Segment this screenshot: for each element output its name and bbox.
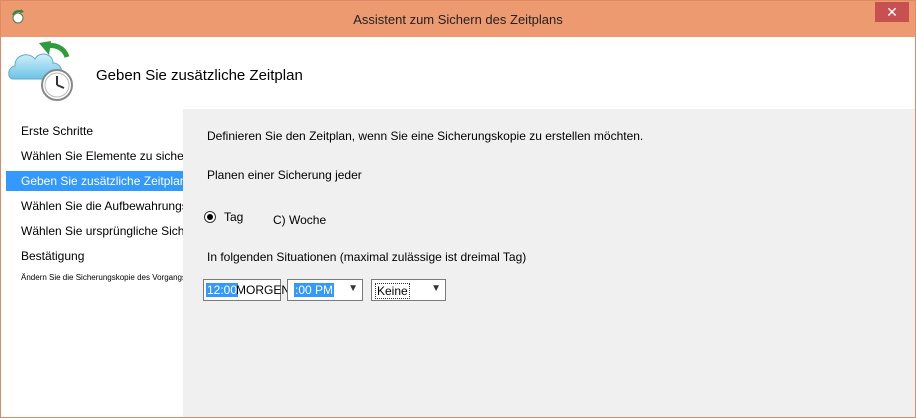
chevron-down-icon: ▼ bbox=[431, 283, 441, 294]
title-bar: Assistent zum Sichern des Zeitplans ✕ bbox=[1, 1, 915, 37]
wizard-window: Assistent zum Sichern des Zeitplans ✕ Ge… bbox=[0, 0, 916, 418]
radio-week-label[interactable]: C) Woche bbox=[273, 213, 326, 227]
situations-label: In folgenden Situationen (maximal zuläss… bbox=[207, 250, 527, 264]
chevron-down-icon: ▼ bbox=[348, 283, 358, 294]
nav-step-select-items[interactable]: Wählen Sie Elemente zu sichern bbox=[1, 146, 194, 166]
backup-schedule-icon bbox=[8, 41, 73, 101]
page-title: Geben Sie zusätzliche Zeitplan bbox=[96, 67, 303, 84]
window-title: Assistent zum Sichern des Zeitplans bbox=[353, 12, 563, 27]
time-picker-2[interactable]: :00 PM ▼ bbox=[287, 279, 363, 301]
time-picker-1[interactable]: 12:00 MORGENS bbox=[203, 279, 298, 301]
time-picker-1-hours: 12:00 bbox=[206, 283, 239, 297]
radio-day[interactable] bbox=[204, 211, 216, 223]
nav-step-additional-schedule[interactable]: Geben Sie zusätzliche Zeitplan bbox=[6, 171, 186, 191]
close-icon: ✕ bbox=[886, 4, 898, 20]
close-button[interactable]: ✕ bbox=[875, 2, 909, 22]
radio-day-label[interactable]: Tag bbox=[224, 210, 243, 224]
nav-step-getting-started[interactable]: Erste Schritte bbox=[1, 121, 183, 141]
description-text: Definieren Sie den Zeitplan, wenn Sie ei… bbox=[207, 129, 644, 143]
wizard-steps-nav: Erste Schritte Wählen Sie Elemente zu si… bbox=[1, 109, 264, 417]
nav-step-progress[interactable]: Ändern Sie die Sicherungskopie des Vorga… bbox=[1, 272, 223, 284]
time-picker-3-value: Keine bbox=[375, 283, 410, 299]
radio-selected-dot bbox=[207, 214, 213, 220]
nav-step-confirmation[interactable]: Bestätigung bbox=[1, 246, 183, 266]
wizard-header: Geben Sie zusätzliche Zeitplan bbox=[1, 37, 915, 109]
nav-step-retention-policy[interactable]: Wählen Sie die Aufbewahrungsrichtlinie bbox=[1, 196, 232, 216]
nav-step-initial-backup-type[interactable]: Wählen Sie ursprüngliche Sicherung Typ a… bbox=[1, 221, 264, 241]
plan-label: Planen einer Sicherung jeder bbox=[207, 168, 362, 182]
time-picker-2-value: :00 PM bbox=[294, 283, 335, 297]
main-pane: Definieren Sie den Zeitplan, wenn Sie ei… bbox=[183, 109, 915, 417]
time-picker-3-select[interactable]: Keine ▼ bbox=[371, 279, 446, 301]
